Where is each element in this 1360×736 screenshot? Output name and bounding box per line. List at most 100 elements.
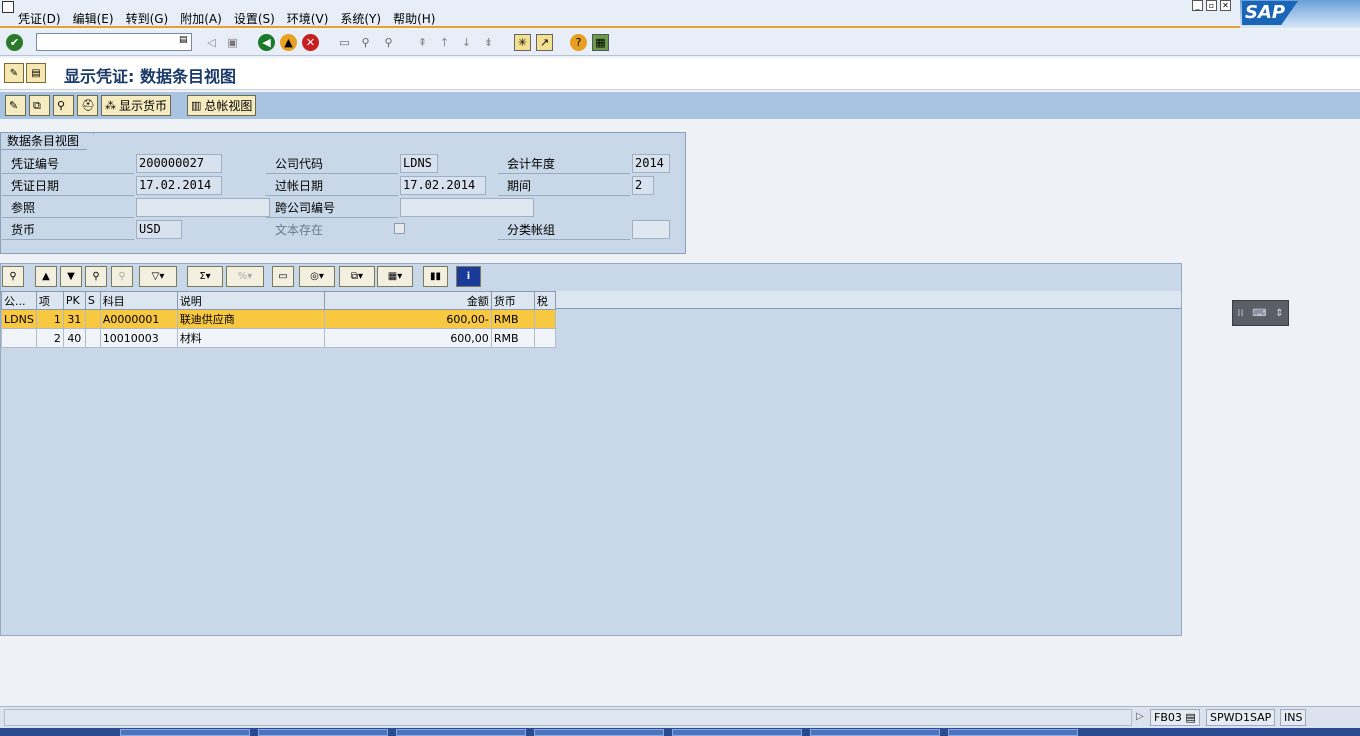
minimize-icon[interactable]: _ [1192,0,1203,11]
cell-tax[interactable] [533,309,556,329]
views-icon[interactable]: ◎▾ [299,266,335,287]
cell-amount[interactable]: 600,00 [323,328,492,348]
fiscal-year-field[interactable]: 2014 [632,154,670,173]
find-icon-grid[interactable]: ⚲ [85,266,107,287]
display-currency-button[interactable]: ⁂ 显示货币 [101,95,172,116]
edit-icon[interactable]: ✎ [5,95,26,116]
enter-icon[interactable]: ✔ [6,34,23,51]
next-page-icon[interactable]: ↓ [458,34,475,51]
column-header-account[interactable]: 科目 [99,291,178,310]
sort-descending-icon[interactable]: ▼ [60,266,82,287]
find-next-icon-grid[interactable]: ⚲ [111,266,133,287]
close-icon[interactable]: ✕ [1220,0,1231,11]
column-header-tax[interactable]: 税 [533,291,556,310]
posting-date-field[interactable]: 17.02.2014 [400,176,486,195]
print-icon[interactable]: ▭ [336,34,353,51]
menu-item-environment[interactable]: 环境(V) [281,10,335,27]
menu-item-goto[interactable]: 转到(G) [120,10,175,27]
details-icon[interactable]: ⚲ [2,266,24,287]
cell-description[interactable]: 材料 [176,328,325,348]
cell-item[interactable]: 2 [35,328,64,348]
command-field[interactable]: ▤ [36,33,192,51]
cell-s[interactable] [84,309,101,329]
cell-currency[interactable]: RMB [490,328,535,348]
first-page-icon[interactable]: ⇞ [414,34,431,51]
gl-view-button[interactable]: ▥ 总帐视图 [187,95,257,116]
cell-s[interactable] [84,328,101,348]
menu-item-edit[interactable]: 编辑(E) [67,10,120,27]
zoom-icon[interactable]: ⚲ [53,95,74,116]
sort-ascending-icon[interactable]: ▲ [35,266,57,287]
layout-icon[interactable]: ▦ [592,34,609,51]
total-icon[interactable]: Σ▾ [187,266,223,287]
doc-no-field[interactable]: 200000027 [136,154,222,173]
previous-page-icon[interactable]: ↑ [436,34,453,51]
options-icon[interactable]: ⇕ [1275,308,1283,319]
taskbar-button[interactable] [120,729,250,736]
status-toggle-icon[interactable]: ▷ [1136,711,1144,722]
table-row[interactable]: LDNS 1 31 A0000001 联迪供应商 600,00- RMB [1,309,556,329]
layout-select-icon[interactable]: ▦▾ [377,266,413,287]
column-header-amount[interactable]: 金额 [323,291,492,310]
doc-date-field[interactable]: 17.02.2014 [136,176,222,195]
taskbar-button[interactable] [672,729,802,736]
menu-item-extras[interactable]: 附加(A) [174,10,228,27]
taskbar-button[interactable] [258,729,388,736]
grip-icon[interactable]: ⁞⁞ [1237,308,1243,319]
taskbar-button[interactable] [810,729,940,736]
column-header-description[interactable]: 说明 [176,291,325,310]
cell-company[interactable]: LDNS [1,309,37,329]
cell-item[interactable]: 1 [35,309,64,329]
currency-field[interactable]: USD [136,220,182,239]
column-header-pk[interactable]: PK [62,291,86,310]
export-icon[interactable]: ⧉▾ [339,266,375,287]
back-arrow-icon[interactable]: ◁ [203,34,220,51]
help-icon[interactable]: ? [570,34,587,51]
find-icon[interactable]: ⚲ [357,34,374,51]
restore-icon[interactable]: ▫ [1206,0,1217,11]
copy-icon[interactable]: ⧉ [29,95,50,116]
cell-amount[interactable]: 600,00- [323,309,492,329]
exit-icon[interactable]: ▲ [280,34,297,51]
other-document-icon[interactable]: ▤ [26,63,46,83]
shortcut-icon[interactable]: ↗ [536,34,553,51]
company-code-field[interactable]: LDNS [400,154,438,173]
text-exists-checkbox[interactable] [394,223,405,234]
info-icon[interactable]: i [456,266,481,287]
reference-field[interactable] [136,198,270,217]
cell-account[interactable]: 10010003 [99,328,178,348]
create-session-icon[interactable]: ✳ [514,34,531,51]
column-header-currency[interactable]: 货币 [490,291,535,310]
table-row[interactable]: 2 40 10010003 材料 600,00 RMB [1,328,556,348]
display-change-icon[interactable]: ✎ [4,63,24,83]
filter-icon[interactable]: ▽▾ [139,266,177,287]
print-preview-icon[interactable]: ▭ [272,266,294,287]
last-page-icon[interactable]: ⇟ [480,34,497,51]
taskbar-button[interactable] [396,729,526,736]
status-transaction[interactable]: FB03 ▤ [1150,709,1200,726]
find-next-icon[interactable]: ⚲ [380,34,397,51]
graphic-icon[interactable]: ▮▮ [423,266,448,287]
ledger-group-field[interactable] [632,220,670,239]
column-header-item[interactable]: 项 [35,291,64,310]
column-header-company[interactable]: 公... [1,291,37,310]
column-header-s[interactable]: S [84,291,101,310]
cell-currency[interactable]: RMB [490,309,535,329]
period-field[interactable]: 2 [632,176,654,195]
taskbar-button[interactable] [948,729,1078,736]
menu-item-settings[interactable]: 设置(S) [228,10,281,27]
keyboard-icon[interactable]: ⌨ [1252,308,1266,319]
command-history-icon[interactable]: ▤ [179,35,189,48]
cell-company[interactable] [1,328,37,348]
cross-company-field[interactable] [400,198,534,217]
taskbar-button[interactable] [534,729,664,736]
cell-pk[interactable]: 31 [62,309,86,329]
subtotal-icon[interactable]: %▾ [226,266,264,287]
save-icon[interactable]: ▣ [224,34,241,51]
taxes-icon[interactable]: ⛑ [77,95,98,116]
back-icon[interactable]: ◀ [258,34,275,51]
menu-item-system[interactable]: 系统(Y) [334,10,387,27]
menu-item-document[interactable]: 凭证(D) [12,10,67,27]
cell-description[interactable]: 联迪供应商 [176,309,325,329]
menu-item-help[interactable]: 帮助(H) [387,10,441,27]
